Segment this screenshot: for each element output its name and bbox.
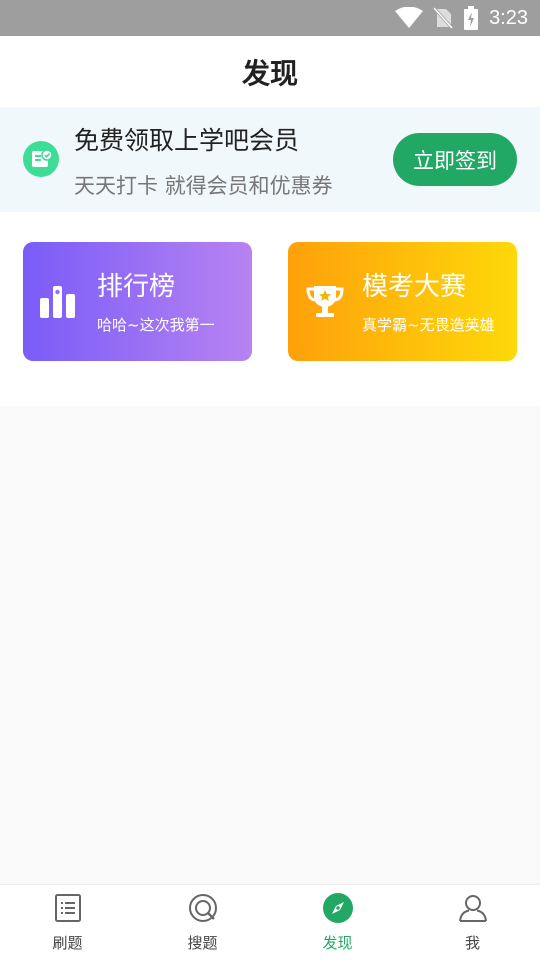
app-header: 发现 [0,36,540,108]
nav-item-discover[interactable]: 发现 [270,885,405,960]
status-icons: 3:23 [395,0,528,36]
sign-in-button[interactable]: 立即签到 [393,133,517,186]
search-icon [188,894,217,922]
status-time: 3:23 [489,6,528,29]
ranking-card[interactable]: 排行榜 哈哈~这次我第一 [23,242,252,361]
empty-content-area [0,406,540,884]
page-title: 发现 [241,57,298,90]
nav-item-practice[interactable]: 刷题 [0,885,135,960]
battery-charging-icon [464,6,479,30]
bottom-nav: 刷题 搜题 发现 我 [0,884,540,960]
ranking-subtitle: 哈哈~这次我第一 [97,316,215,334]
bar-chart-icon [40,286,75,318]
nav-item-search[interactable]: 搜题 [135,885,270,960]
nav-item-me[interactable]: 我 [405,885,540,960]
compass-icon [322,893,353,923]
no-sim-icon [433,7,454,29]
nav-label-practice: 刷题 [52,934,83,952]
promo-subtitle: 天天打卡 就得会员和优惠券 [74,174,333,198]
status-bar: 3:23 [0,0,540,36]
promo-title: 免费领取上学吧会员 [74,126,300,155]
mock-exam-subtitle: 真学霸~无畏造英雄 [362,316,495,334]
membership-card-icon [23,141,59,177]
nav-label-search: 搜题 [187,934,218,952]
nav-label-me: 我 [464,934,480,952]
mock-exam-card[interactable]: 模考大赛 真学霸~无畏造英雄 [288,242,517,361]
ranking-title: 排行榜 [97,272,176,302]
mock-exam-title: 模考大赛 [362,272,467,302]
user-icon [458,895,487,922]
list-icon [54,894,81,922]
wifi-icon [395,7,424,28]
trophy-icon [306,286,344,317]
nav-label-discover: 发现 [322,934,353,952]
